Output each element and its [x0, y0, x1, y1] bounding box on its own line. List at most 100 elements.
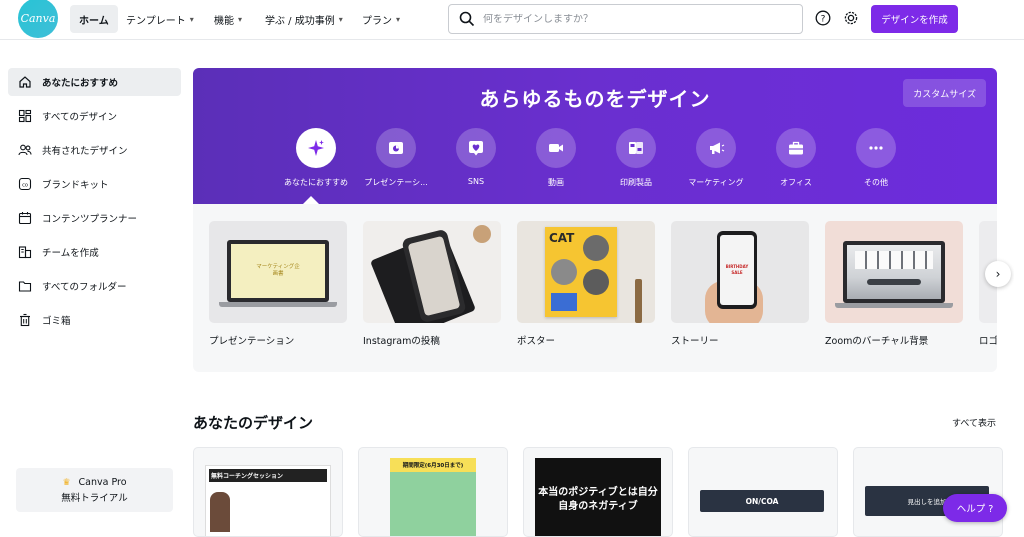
design-thumbnail-text: 無料コーチングセッション: [209, 469, 327, 482]
help-icon[interactable]: ?: [814, 9, 832, 27]
template-label: Instagramの投稿: [363, 336, 440, 347]
presentation-icon: [376, 128, 416, 168]
chevron-down-icon: ▾: [396, 14, 401, 24]
category-label: プレゼンテーシ...: [364, 178, 428, 187]
create-design-button[interactable]: デザインを作成: [871, 5, 958, 33]
design-card[interactable]: 期間限定(6月30日まで): [358, 447, 508, 537]
category-label: SNS: [467, 177, 485, 186]
megaphone-icon: [696, 128, 736, 168]
your-designs-title: あなたのデザイン: [193, 414, 314, 432]
hero-banner: あらゆるものをデザイン カスタムサイズ あなたにおすすめ プレゼンテーシ... …: [193, 68, 997, 204]
template-thumbnail: [363, 221, 501, 323]
category-office[interactable]: オフィス: [756, 128, 836, 188]
category-video[interactable]: 動画: [516, 128, 596, 188]
design-card[interactable]: 無料コーチングセッション: [193, 447, 343, 537]
more-icon: [856, 128, 896, 168]
svg-text:co: co: [22, 182, 28, 188]
sidebar-item-create-team[interactable]: チームを作成: [8, 238, 181, 266]
template-label: ストーリー: [671, 336, 719, 347]
category-recommended[interactable]: あなたにおすすめ: [276, 128, 356, 188]
category-presentation[interactable]: プレゼンテーシ...: [356, 128, 436, 188]
design-card[interactable]: 見出しを追加: [853, 447, 1003, 537]
chevron-down-icon: ▾: [189, 14, 194, 24]
sidebar-item-brand-kit[interactable]: co ブランドキット: [8, 170, 181, 198]
sidebar-item-all-designs[interactable]: すべてのデザイン: [8, 102, 181, 130]
nav-features-label: 機能: [214, 15, 234, 27]
template-label: ポスター: [517, 336, 556, 347]
search-input[interactable]: [483, 13, 783, 25]
sidebar-item-label: あなたにおすすめ: [42, 78, 119, 89]
template-card-presentation[interactable]: マーケティング企画書 プレゼンテーション: [209, 221, 347, 347]
design-thumbnail-text: 本当のポジティブとは自分自身のネガティブ: [538, 487, 658, 512]
category-label: あなたにおすすめ: [284, 178, 348, 187]
template-thumbnail: マーケティング企画書: [209, 221, 347, 323]
design-card[interactable]: ON/COA: [688, 447, 838, 537]
sidebar-item-recommended[interactable]: あなたにおすすめ: [8, 68, 181, 96]
heart-icon: [456, 128, 496, 168]
category-label: オフィス: [780, 178, 812, 187]
search-box[interactable]: [448, 4, 803, 34]
top-bar: Canva ホーム テンプレート▾ 機能▾ 学ぶ / 成功事例▾ プラン▾ ? …: [0, 0, 1024, 40]
home-icon: [17, 74, 33, 90]
search-icon: [459, 11, 475, 27]
template-thumbnail: CAT: [517, 221, 655, 323]
nav-home[interactable]: ホーム: [70, 5, 118, 33]
canva-pro-trial-button[interactable]: ♛ Canva Pro 無料トライアル: [16, 468, 173, 512]
category-label: マーケティング: [688, 178, 744, 187]
carousel-next-button[interactable]: ›: [985, 261, 1011, 287]
category-more[interactable]: その他: [836, 128, 916, 188]
trash-icon: [17, 312, 33, 328]
template-label: ロゴ: [979, 336, 997, 347]
template-card-poster[interactable]: CAT ポスター: [517, 221, 655, 347]
template-label: Zoomのバーチャル背景: [825, 336, 929, 347]
chevron-down-icon: ▾: [238, 14, 243, 24]
canva-logo[interactable]: Canva: [18, 0, 58, 38]
sidebar-item-shared[interactable]: 共有されたデザイン: [8, 136, 181, 164]
pro-subtitle: 無料トライアル: [61, 492, 128, 504]
nav-features[interactable]: 機能 ▾: [214, 5, 242, 33]
sidebar-item-label: 共有されたデザイン: [42, 146, 128, 157]
template-card-instagram[interactable]: Instagramの投稿: [363, 221, 501, 347]
template-card-story[interactable]: BIRTHDAY SALE ストーリー: [671, 221, 809, 347]
video-icon: [536, 128, 576, 168]
gear-icon[interactable]: [842, 9, 860, 27]
logo-text: Canva: [20, 11, 56, 25]
template-carousel: マーケティング企画書 プレゼンテーション Instagramの投稿 CAT ポス…: [193, 204, 997, 372]
see-all-link[interactable]: すべて表示: [952, 416, 996, 429]
category-label: その他: [864, 178, 888, 187]
help-button[interactable]: ヘルプ ?: [943, 494, 1007, 522]
print-icon: [616, 128, 656, 168]
sidebar-item-content-planner[interactable]: コンテンツプランナー: [8, 204, 181, 232]
template-thumbnail: [825, 221, 963, 323]
team-icon: [17, 244, 33, 260]
nav-plans-label: プラン: [362, 15, 392, 27]
template-label: プレゼンテーション: [209, 336, 295, 347]
sidebar-item-trash[interactable]: ゴミ箱: [8, 306, 181, 334]
category-marketing[interactable]: マーケティング: [676, 128, 756, 188]
nav-plans[interactable]: プラン ▾: [362, 5, 400, 33]
design-card[interactable]: 本当のポジティブとは自分自身のネガティブ: [523, 447, 673, 537]
folder-icon: [17, 278, 33, 294]
custom-size-button[interactable]: カスタムサイズ: [903, 79, 986, 107]
category-sns[interactable]: SNS: [436, 128, 516, 186]
nav-learn-label: 学ぶ / 成功事例: [265, 15, 335, 27]
thumbnail-text: CAT: [549, 231, 575, 245]
nav-templates[interactable]: テンプレート ▾: [126, 5, 194, 33]
sidebar-item-label: すべてのデザイン: [42, 112, 117, 123]
design-thumbnail-text: ON/COA: [700, 490, 824, 512]
category-print[interactable]: 印刷製品: [596, 128, 676, 188]
chevron-right-icon: ›: [995, 267, 1001, 281]
sidebar-item-label: ブランドキット: [42, 180, 109, 191]
svg-text:?: ?: [821, 15, 826, 25]
thumbnail-text: マーケティング企画書: [256, 264, 300, 277]
nav-learn[interactable]: 学ぶ / 成功事例 ▾: [265, 5, 343, 33]
sidebar-item-folders[interactable]: すべてのフォルダー: [8, 272, 181, 300]
window-edge: [1014, 40, 1024, 528]
crown-icon: ♛: [62, 477, 71, 488]
grid-icon: [17, 108, 33, 124]
category-label: 印刷製品: [620, 178, 652, 187]
nav-templates-label: テンプレート: [126, 15, 186, 27]
thumbnail-text: BIRTHDAY SALE: [725, 264, 749, 275]
template-card-zoom-background[interactable]: Zoomのバーチャル背景: [825, 221, 963, 347]
briefcase-icon: [776, 128, 816, 168]
